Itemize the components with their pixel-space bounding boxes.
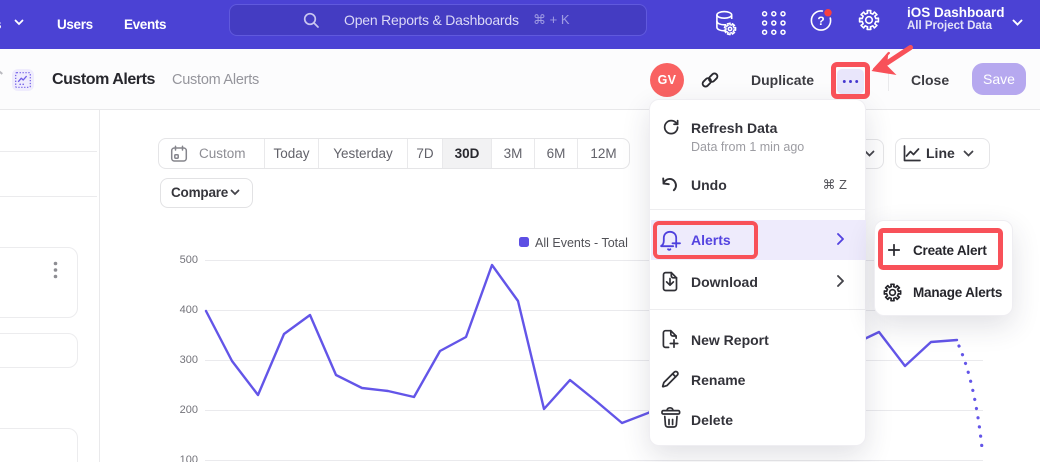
svg-text:?: ? [817, 14, 824, 28]
